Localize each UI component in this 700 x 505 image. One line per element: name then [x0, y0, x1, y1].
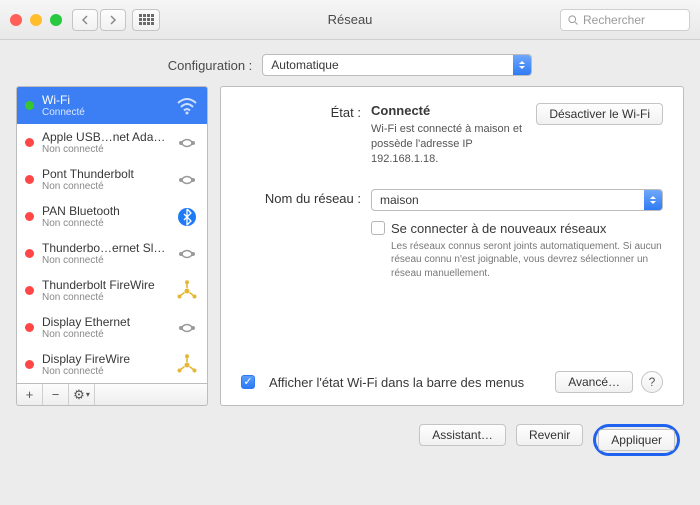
service-name: Wi-Fi [42, 93, 167, 107]
service-status: Non connecté [42, 329, 167, 340]
turn-wifi-off-button[interactable]: Désactiver le Wi-Fi [536, 103, 663, 125]
status-dot [25, 212, 34, 221]
status-dot [25, 101, 34, 110]
service-status: Connecté [42, 107, 167, 118]
ethernet-icon [175, 168, 199, 192]
grid-icon [139, 14, 154, 25]
status-dot [25, 175, 34, 184]
show-all-button[interactable] [132, 9, 160, 31]
service-status: Non connecté [42, 255, 167, 266]
help-button[interactable]: ? [641, 371, 663, 393]
configuration-select[interactable]: Automatique [262, 54, 532, 76]
show-wifi-menu-label: Afficher l'état Wi-Fi dans la barre des … [269, 375, 547, 390]
network-name-value: maison [380, 193, 419, 207]
bluetooth-icon [175, 205, 199, 229]
sidebar-item[interactable]: Apple USB…net Adapter Non connecté [17, 124, 207, 161]
join-new-networks-hint: Les réseaux connus seront joints automat… [391, 240, 663, 281]
minimize-button[interactable] [30, 14, 42, 26]
apply-button[interactable]: Appliquer [598, 429, 675, 451]
sidebar-item[interactable]: PAN Bluetooth Non connecté [17, 198, 207, 235]
network-name-select[interactable]: maison [371, 189, 663, 211]
nav-buttons [72, 9, 126, 31]
forward-button[interactable] [100, 9, 126, 31]
ethernet-icon [175, 242, 199, 266]
status-dot [25, 249, 34, 258]
remove-service-button[interactable]: − [43, 384, 69, 405]
service-status: Non connecté [42, 144, 167, 155]
sidebar: Wi-Fi Connecté Apple USB…net Adapter Non… [16, 86, 208, 406]
status-dot [25, 138, 34, 147]
sidebar-item[interactable]: Wi-Fi Connecté [17, 87, 207, 124]
stepper-icon [513, 55, 531, 75]
chevron-right-icon [109, 15, 117, 25]
service-name: Thunderbolt FireWire [42, 278, 167, 292]
titlebar: Réseau Rechercher [0, 0, 700, 40]
service-actions-button[interactable]: ⚙▾ [69, 384, 95, 405]
detail-footer: Afficher l'état Wi-Fi dans la barre des … [241, 371, 663, 393]
firewire-icon [175, 279, 199, 303]
chevron-left-icon [81, 15, 89, 25]
service-name: Pont Thunderbolt [42, 167, 167, 181]
sidebar-item[interactable]: Thunderbo…ernet Slot 2 Non connecté [17, 235, 207, 272]
search-input[interactable]: Rechercher [560, 9, 690, 31]
main-area: Wi-Fi Connecté Apple USB…net Adapter Non… [0, 86, 700, 418]
service-name: Display Ethernet [42, 315, 167, 329]
status-dot [25, 360, 34, 369]
configuration-row: Configuration : Automatique [0, 40, 700, 86]
ethernet-icon [175, 131, 199, 155]
join-new-networks-checkbox[interactable] [371, 221, 385, 235]
service-name: PAN Bluetooth [42, 204, 167, 218]
back-button[interactable] [72, 9, 98, 31]
sidebar-item[interactable]: Pont Thunderbolt Non connecté [17, 161, 207, 198]
stepper-icon [644, 190, 662, 210]
advanced-button[interactable]: Avancé… [555, 371, 633, 393]
show-wifi-menu-checkbox[interactable] [241, 375, 255, 389]
search-icon [567, 14, 579, 26]
chevron-down-icon: ▾ [86, 390, 90, 399]
window-controls [10, 14, 62, 26]
configuration-label: Configuration : [168, 58, 253, 73]
detail-panel: État : Connecté Wi-Fi est connecté à mai… [220, 86, 684, 406]
revert-button[interactable]: Revenir [516, 424, 583, 446]
zoom-button[interactable] [50, 14, 62, 26]
service-name: Apple USB…net Adapter [42, 130, 167, 144]
wifi-icon [175, 94, 199, 118]
firewire-icon [175, 353, 199, 377]
service-status: Non connecté [42, 292, 167, 303]
status-description: Wi-Fi est connecté à maison et possède l… [371, 122, 526, 167]
service-name: Display FireWire [42, 352, 167, 366]
assistant-button[interactable]: Assistant… [419, 424, 506, 446]
window-footer: Assistant… Revenir Appliquer [0, 418, 700, 470]
add-service-button[interactable]: + [17, 384, 43, 405]
network-name-label: Nom du réseau : [241, 189, 361, 281]
sidebar-item[interactable]: Thunderbolt FireWire Non connecté [17, 272, 207, 309]
service-list[interactable]: Wi-Fi Connecté Apple USB…net Adapter Non… [16, 86, 208, 384]
status-dot [25, 323, 34, 332]
join-new-networks-label: Se connecter à de nouveaux réseaux [391, 221, 606, 236]
configuration-value: Automatique [271, 58, 338, 72]
sidebar-item[interactable]: Display Ethernet Non connecté [17, 309, 207, 346]
close-button[interactable] [10, 14, 22, 26]
service-status: Non connecté [42, 181, 167, 192]
sidebar-item[interactable]: Display FireWire Non connecté [17, 346, 207, 383]
status-value: Connecté [371, 103, 526, 118]
list-toolbar: + − ⚙▾ [16, 384, 208, 406]
apply-highlight: Appliquer [593, 424, 680, 456]
service-status: Non connecté [42, 366, 167, 377]
status-dot [25, 286, 34, 295]
status-label: État : [241, 103, 361, 167]
service-name: Thunderbo…ernet Slot 2 [42, 241, 167, 255]
search-placeholder: Rechercher [583, 13, 645, 27]
gear-icon: ⚙ [73, 387, 85, 403]
ethernet-icon [175, 316, 199, 340]
service-status: Non connecté [42, 218, 167, 229]
